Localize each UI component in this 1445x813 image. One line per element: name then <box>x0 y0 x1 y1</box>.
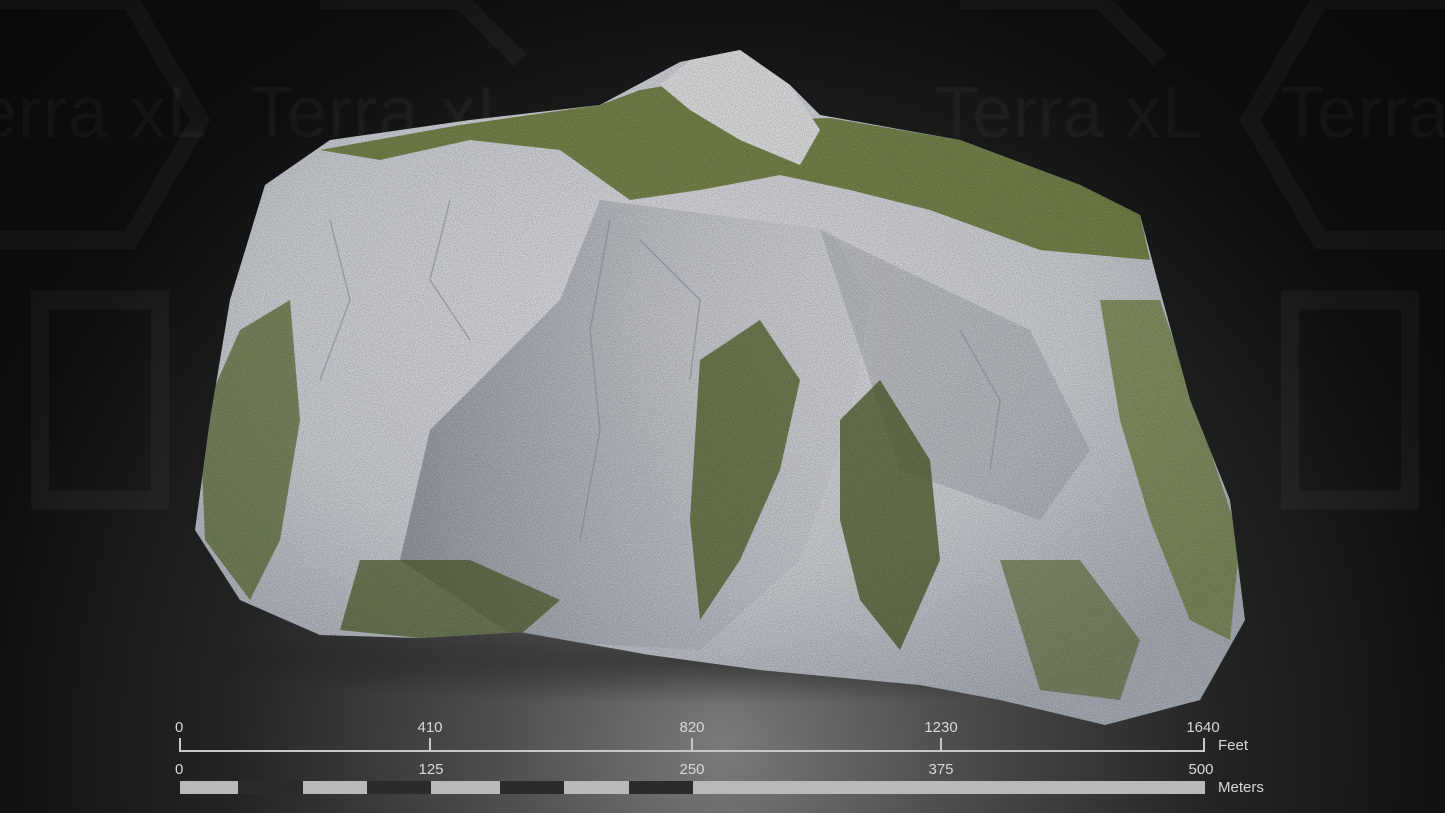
meters-tick-label: 0 <box>175 761 184 778</box>
feet-tick <box>691 738 693 752</box>
meters-segment-dark <box>238 781 303 794</box>
feet-tick-label: 410 <box>417 719 443 736</box>
rock-model-scene <box>195 50 1245 725</box>
meters-unit-label: Meters <box>1218 779 1264 796</box>
meters-segment-dark <box>500 781 564 794</box>
feet-tick-label: 820 <box>679 719 705 736</box>
meters-tick-label: 250 <box>679 761 705 778</box>
meters-segment-dark <box>629 781 693 794</box>
feet-unit-label: Feet <box>1218 737 1249 754</box>
feet-tick <box>940 738 942 752</box>
feet-tick <box>429 738 431 752</box>
feet-tick <box>1203 738 1205 752</box>
rock-formation <box>195 50 1245 725</box>
meters-tick-label: 500 <box>1188 761 1214 778</box>
meters-tick-label: 125 <box>418 761 444 778</box>
meters-segment-light <box>431 781 500 794</box>
feet-tick-label: 1640 <box>1186 719 1220 736</box>
meters-scale-bar-segments <box>180 781 1205 794</box>
meters-segment-light <box>693 781 1205 794</box>
meters-segment-light <box>180 781 238 794</box>
meters-segment-light <box>303 781 367 794</box>
feet-tick-label: 1230 <box>924 719 958 736</box>
feet-tick-label: 0 <box>175 719 184 736</box>
meters-segment-dark <box>367 781 431 794</box>
feet-tick <box>179 738 181 752</box>
meters-segment-light <box>564 781 629 794</box>
meters-tick-label: 375 <box>928 761 954 778</box>
